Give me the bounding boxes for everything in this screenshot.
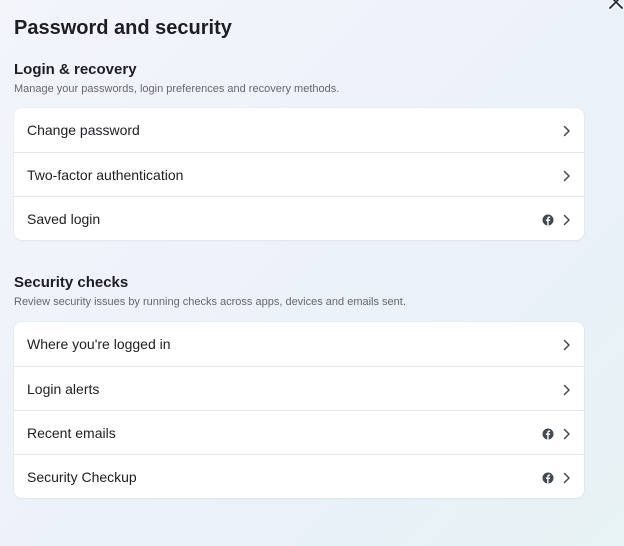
row-label: Login alerts (27, 380, 100, 397)
section-description: Manage your passwords, login preferences… (14, 83, 340, 95)
login-recovery-card: Change password Two-factor authenticatio… (14, 108, 584, 240)
close-icon (609, 0, 623, 9)
row-label: Security Checkup (27, 468, 137, 485)
security-checks-section: Security checks Review security issues b… (14, 274, 584, 498)
row-saved-login[interactable]: Saved login (14, 196, 584, 240)
row-label: Recent emails (27, 424, 116, 441)
section-description: Review security issues by running checks… (14, 296, 406, 308)
chevron-right-icon (562, 338, 571, 351)
row-login-alerts[interactable]: Login alerts (14, 366, 584, 410)
chevron-right-icon (562, 383, 571, 395)
facebook-icon (542, 213, 554, 225)
row-recent-emails[interactable]: Recent emails (14, 410, 584, 454)
row-label: Change password (27, 122, 140, 138)
chevron-right-icon (562, 169, 571, 181)
login-recovery-section: Login & recovery Manage your passwords, … (14, 61, 584, 240)
chevron-right-icon (562, 213, 571, 225)
row-label: Two-factor authentication (27, 166, 184, 183)
row-where-logged-in[interactable]: Where you're logged in (14, 322, 584, 366)
row-security-checkup[interactable]: Security Checkup (14, 454, 584, 498)
security-checks-card: Where you're logged in Login alerts Rece… (14, 322, 584, 498)
section-title: Login & recovery (14, 61, 137, 78)
row-change-password[interactable]: Change password (14, 108, 584, 152)
close-button[interactable] (608, 0, 624, 10)
chevron-right-icon (562, 471, 571, 483)
row-label: Saved login (27, 210, 101, 227)
facebook-icon (542, 427, 554, 439)
row-two-factor-authentication[interactable]: Two-factor authentication (14, 152, 584, 196)
row-label: Where you're logged in (27, 336, 171, 352)
facebook-icon (542, 471, 554, 483)
chevron-right-icon (562, 427, 571, 439)
chevron-right-icon (562, 124, 571, 137)
page-title: Password and security (14, 17, 232, 39)
section-title: Security checks (14, 274, 129, 291)
